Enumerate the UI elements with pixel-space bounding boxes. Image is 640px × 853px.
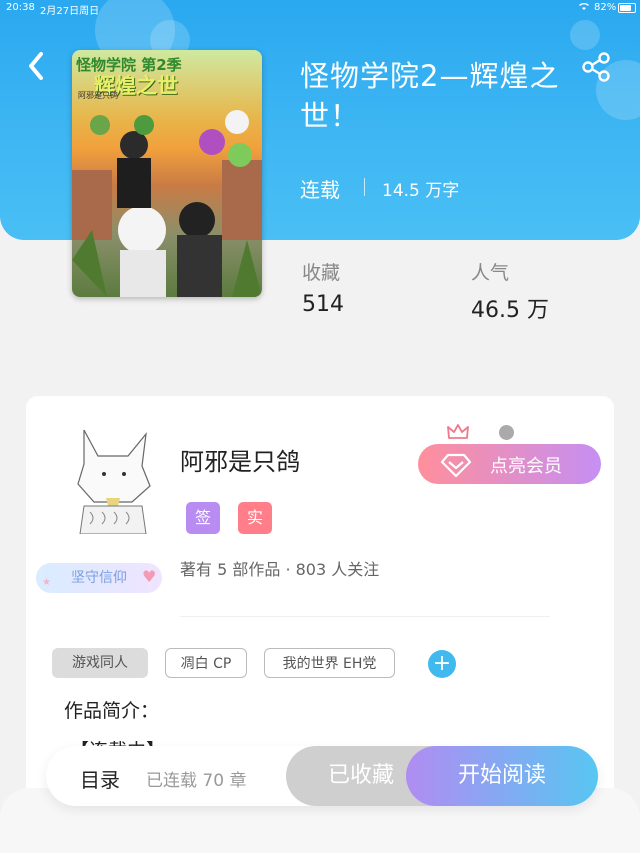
favorites-count: 514: [302, 292, 344, 317]
back-button[interactable]: [22, 48, 50, 84]
author-meta: 著有 5 部作品 · 803 人关注: [180, 560, 380, 579]
wifi-icon: [578, 1, 590, 14]
serial-status: 连载: [300, 178, 340, 202]
popularity-count: 46.5 万: [471, 298, 549, 323]
chapter-count[interactable]: 已连载 70 章: [146, 766, 246, 791]
share-icon: [582, 52, 610, 82]
book-cover[interactable]: 怪物学院 第2季 辉煌之世 阿邪是只鸽: [72, 50, 262, 297]
toc-button[interactable]: 目录: [80, 764, 120, 793]
battery-percent: 82%: [594, 2, 617, 13]
heart-icon: ♥: [142, 567, 157, 586]
battery-level: [620, 5, 631, 11]
notification-dot: [499, 425, 514, 440]
author-name[interactable]: 阿邪是只鸽: [180, 442, 300, 477]
share-button[interactable]: [580, 50, 614, 84]
intro-title: 作品简介：: [64, 700, 160, 722]
card-divider: [180, 616, 550, 617]
status-time: 20:38: [6, 2, 35, 13]
start-reading-button[interactable]: 开始阅读: [406, 746, 598, 806]
word-count: 14.5 万字: [382, 181, 460, 201]
avatar-illustration: [77, 429, 151, 535]
signed-badge: 签: [186, 502, 220, 534]
status-divider: [364, 178, 365, 196]
vip-button-label: 点亮会员: [490, 456, 562, 477]
book-title: 怪物学院2—辉煌之世！: [300, 59, 560, 133]
tag-genre[interactable]: 游戏同人: [52, 648, 148, 678]
crown-icon: [447, 424, 469, 439]
cover-author: 阿邪是只鸽: [78, 91, 118, 100]
chevron-left-icon: [29, 52, 43, 80]
decor-bubble: [570, 20, 600, 50]
popularity-label: 人气: [471, 262, 510, 284]
favorites-label: 收藏: [302, 262, 341, 284]
verified-badge: 实: [238, 502, 272, 534]
diamond-icon: [440, 453, 472, 478]
status-bar: 20:38 2月27日周日 82%: [0, 0, 640, 17]
battery-icon: [618, 3, 636, 13]
star-icon: ★: [42, 577, 51, 588]
add-tag-button[interactable]: +: [428, 650, 456, 678]
tag-cp[interactable]: 凋白 CP: [165, 648, 247, 678]
tag-fandom[interactable]: 我的世界 EH党: [264, 648, 395, 678]
status-date: 2月27日周日: [40, 6, 100, 17]
author-avatar[interactable]: [70, 426, 156, 535]
